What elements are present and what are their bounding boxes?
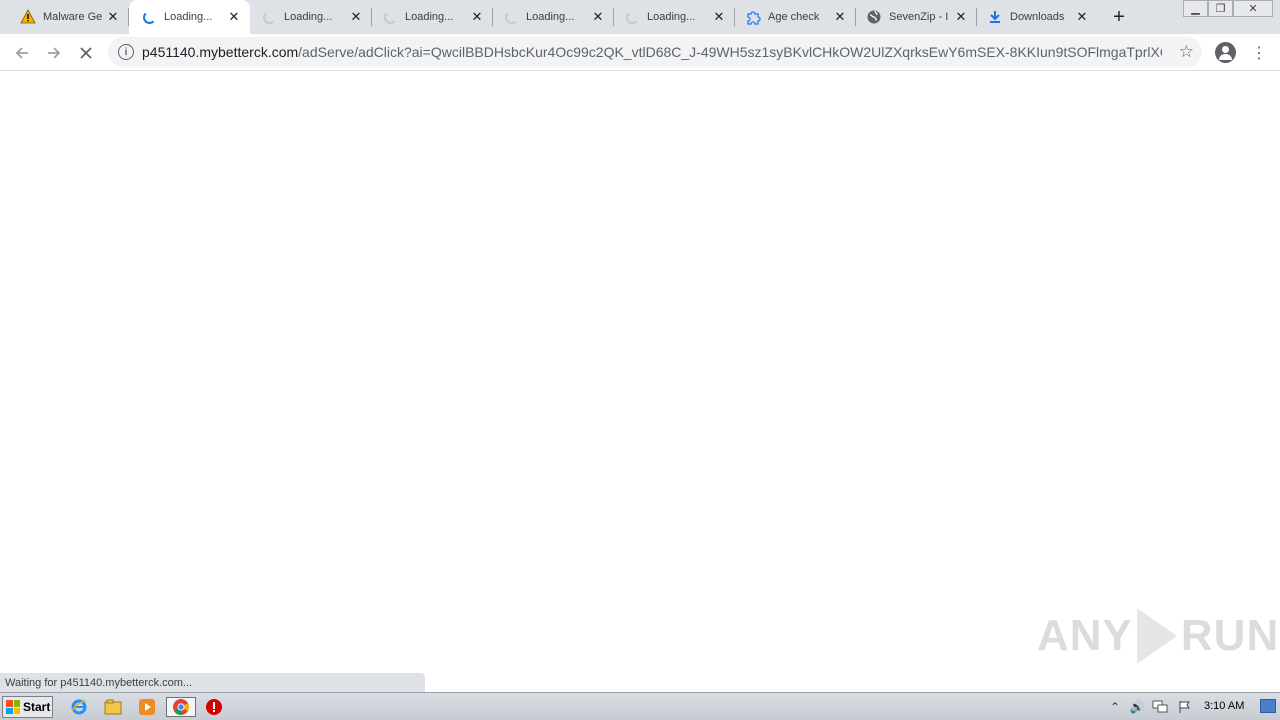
loading-spinner-icon (382, 9, 398, 25)
action-center-flag-icon[interactable] (1176, 699, 1194, 715)
tab-title: Loading... (647, 11, 696, 23)
menu-kebab-icon[interactable]: ⋮ (1251, 42, 1267, 64)
watermark-left: ANY (1037, 611, 1133, 660)
play-icon (1136, 608, 1177, 664)
download-icon (987, 9, 1003, 25)
tab-loading-2[interactable]: Loading... ✕ (251, 0, 372, 34)
tab-title: Loading... (284, 11, 333, 23)
close-tab-icon[interactable]: ✕ (469, 9, 485, 25)
warning-icon (20, 9, 36, 25)
tab-strip: Malware Ge ✕ Loading... ✕ Loading... ✕ L… (0, 0, 1280, 34)
minimize-button[interactable]: ▁ (1183, 0, 1208, 17)
tab-title: Downloads (1010, 11, 1065, 23)
start-label: Start (23, 700, 51, 714)
loading-spinner-icon (141, 9, 157, 25)
close-tab-icon[interactable]: ✕ (711, 9, 727, 25)
loading-spinner-icon (624, 9, 640, 25)
close-window-button[interactable]: ✕ (1233, 0, 1273, 17)
back-arrow-icon (15, 47, 28, 59)
chrome-icon[interactable] (166, 697, 196, 717)
forward-button[interactable] (41, 40, 67, 66)
volume-icon[interactable]: 🔊 (1128, 699, 1146, 715)
close-tab-icon[interactable]: ✕ (1074, 9, 1090, 25)
stop-icon (80, 47, 92, 59)
taskbar: Start ⌃ 🔊 3:10 AM (0, 692, 1280, 720)
stop-sign-icon[interactable] (203, 697, 225, 717)
internet-explorer-icon[interactable] (68, 697, 90, 717)
close-tab-icon[interactable]: ✕ (832, 9, 848, 25)
url-text[interactable]: p451140.mybetterck.com/adServe/adClick?a… (142, 44, 1162, 60)
tab-title: Loading... (526, 11, 575, 23)
close-tab-icon[interactable]: ✕ (226, 9, 242, 25)
loading-spinner-icon (261, 9, 277, 25)
profile-avatar-icon[interactable] (1215, 42, 1236, 63)
close-tab-icon[interactable]: ✕ (590, 9, 606, 25)
tab-loading-5[interactable]: Loading... ✕ (614, 0, 735, 34)
site-info-icon[interactable]: i (118, 44, 134, 60)
show-desktop-icon[interactable] (1260, 699, 1276, 713)
puzzle-icon (745, 9, 761, 25)
network-icon[interactable] (1151, 699, 1169, 715)
windows-logo-icon (6, 700, 20, 714)
tab-title: Loading... (405, 11, 454, 23)
close-tab-icon[interactable]: ✕ (105, 9, 121, 25)
tab-loading-active[interactable]: Loading... ✕ (129, 0, 250, 34)
tab-downloads[interactable]: Downloads ✕ (977, 0, 1098, 34)
back-button[interactable] (9, 40, 35, 66)
tab-malware[interactable]: Malware Ge ✕ (0, 0, 129, 34)
status-bubble: Waiting for p451140.mybetterck.com... (0, 673, 425, 692)
tab-loading-4[interactable]: Loading... ✕ (493, 0, 614, 34)
restore-button[interactable]: ❐ (1208, 0, 1233, 17)
close-tab-icon[interactable]: ✕ (953, 9, 969, 25)
tab-age-check[interactable]: Age check ✕ (735, 0, 856, 34)
tab-title: Age check (768, 11, 820, 23)
address-bar[interactable]: i p451140.mybetterck.com/adServe/adClick… (108, 37, 1202, 67)
page-content (0, 72, 1280, 692)
globe-icon (866, 9, 882, 25)
forward-arrow-icon (48, 47, 61, 59)
start-button[interactable]: Start (2, 696, 53, 718)
new-tab-button[interactable]: + (1108, 6, 1130, 28)
loading-spinner-icon (503, 9, 519, 25)
tab-title: Loading... (164, 11, 213, 23)
bookmark-star-icon[interactable]: ☆ (1179, 42, 1194, 62)
tab-loading-3[interactable]: Loading... ✕ (372, 0, 493, 34)
close-tab-icon[interactable]: ✕ (348, 9, 364, 25)
tab-sevenzip[interactable]: SevenZip - I ✕ (856, 0, 977, 34)
watermark-right: RUN (1180, 611, 1280, 660)
taskbar-clock[interactable]: 3:10 AM (1204, 700, 1244, 712)
url-path: /adServe/adClick?ai=QwcilBBDHsbcKur4Oc99… (298, 44, 1162, 60)
browser-toolbar: i p451140.mybetterck.com/adServe/adClick… (0, 34, 1280, 71)
stop-loading-button[interactable] (73, 40, 99, 66)
anyrun-watermark: ANY RUN (1037, 608, 1279, 664)
media-player-icon[interactable] (136, 697, 158, 717)
tray-expand-icon[interactable]: ⌃ (1106, 699, 1124, 715)
tab-title: SevenZip - I (889, 11, 949, 23)
url-host: p451140.mybetterck.com (142, 44, 299, 60)
file-explorer-icon[interactable] (102, 697, 124, 717)
tab-title: Malware Ge (43, 11, 103, 23)
